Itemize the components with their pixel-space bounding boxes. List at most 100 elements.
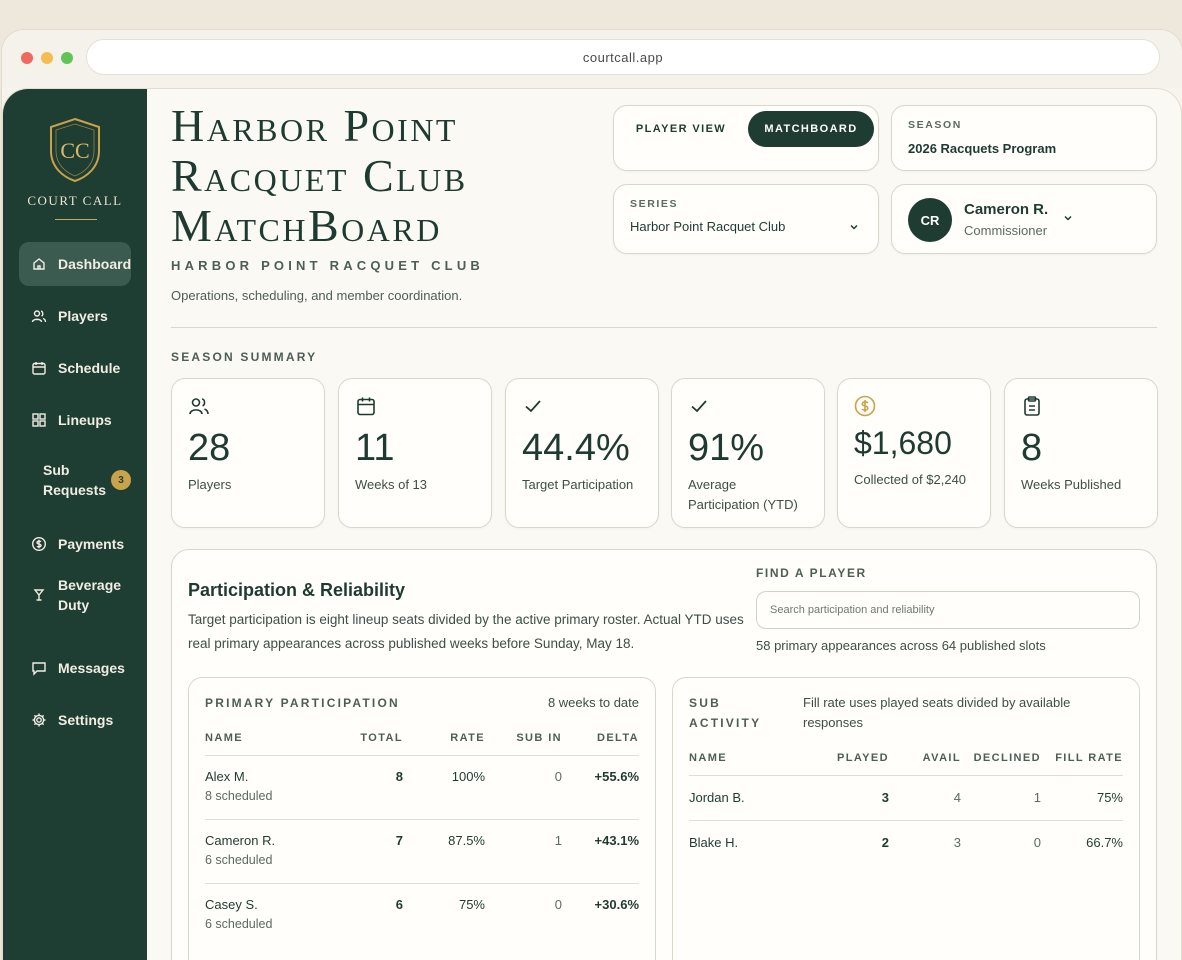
column-header[interactable]: RATE (450, 732, 485, 744)
stat-value: 28 (188, 427, 231, 469)
nav-label: Players (58, 308, 108, 324)
find-player-label: FIND A PLAYER (756, 566, 867, 580)
chevron-down-icon (850, 224, 858, 230)
rate-cell: 87.5% (448, 833, 485, 848)
stat-label: Collected of $2,240 (854, 472, 967, 487)
sidebar: CC COURT CALL Dashboard Players Schedule… (3, 89, 147, 960)
dollar-circle-icon (31, 536, 47, 552)
player-name[interactable]: Casey S. (205, 897, 258, 912)
address-bar[interactable]: courtcall.app (86, 39, 1160, 75)
declined-cell: 1 (1033, 790, 1041, 805)
maximize-window-button[interactable] (61, 52, 73, 64)
main-content: Harbor Point Racquet Club MatchBoard HAR… (147, 89, 1181, 960)
message-icon (32, 662, 46, 676)
column-header[interactable]: AVAIL (923, 752, 961, 764)
delta-cell: +55.6% (594, 769, 639, 784)
nav-settings[interactable]: Settings (19, 698, 131, 742)
dollar-circle-icon (854, 395, 876, 417)
matchboard-tab[interactable]: MATCHBOARD (748, 111, 874, 147)
clipboard-icon (1024, 396, 1040, 416)
player-name[interactable]: Jordan B. (689, 790, 745, 805)
page-title: Harbor Point Racquet Club MatchBoard (171, 100, 468, 251)
total-cell: 6 (395, 897, 403, 912)
minimize-window-button[interactable] (41, 52, 53, 64)
column-header[interactable]: NAME (205, 732, 243, 744)
nav-label: Settings (58, 712, 114, 728)
player-name[interactable]: Alex M. (205, 769, 248, 784)
played-cell: 3 (881, 790, 889, 805)
users-icon (31, 310, 47, 323)
primary-participation-title: PRIMARY PARTICIPATION (205, 696, 400, 710)
column-header[interactable]: DECLINED (974, 752, 1041, 764)
close-window-button[interactable] (21, 52, 33, 64)
nav-lineups[interactable]: Lineups (19, 398, 131, 442)
nav-messages[interactable]: Messages (19, 646, 131, 690)
nav-label: Dashboard (58, 256, 132, 272)
home-icon (33, 258, 45, 270)
fill-rate-cell: 75% (1096, 790, 1123, 805)
glass-icon (33, 589, 45, 601)
fill-rate-cell: 66.7% (1086, 835, 1123, 850)
court-call-logo: CC (50, 117, 100, 183)
user-menu[interactable]: CR Cameron R. Commissioner (891, 184, 1157, 254)
season-selector[interactable]: SEASON 2026 Racquets Program (891, 105, 1157, 171)
nav-label: Messages (58, 660, 125, 676)
user-role: Commissioner (964, 223, 1048, 238)
nav-label: Sub Requests (43, 462, 107, 498)
browser-window: courtcall.app CC COURT CALL Dashboard Pl… (2, 30, 1182, 960)
chevron-down-icon (1064, 215, 1072, 221)
avail-cell: 3 (953, 835, 961, 850)
player-search-input[interactable] (756, 591, 1140, 629)
nav-beverage-duty[interactable]: Beverage Duty (19, 565, 131, 625)
column-header[interactable]: NAME (689, 752, 727, 764)
sub-in-cell: 1 (554, 833, 562, 848)
sub-activity-title: SUB ACTIVITY (689, 696, 762, 730)
stat-value: 91% (688, 427, 765, 469)
nav-dashboard[interactable]: Dashboard (19, 242, 131, 286)
primary-participation-table: PRIMARY PARTICIPATION 8 weeks to date NA… (188, 677, 656, 960)
season-value: 2026 Racquets Program (908, 141, 1057, 156)
played-cell: 2 (881, 835, 889, 850)
delta-cell: +43.1% (594, 833, 639, 848)
nav-payments[interactable]: Payments (19, 522, 131, 566)
row-divider (205, 883, 639, 884)
org-name: HARBOR POINT RACQUET CLUB (171, 258, 484, 273)
column-header[interactable]: SUB IN (516, 732, 562, 744)
brand-divider (55, 219, 97, 220)
column-header[interactable]: PLAYED (837, 752, 889, 764)
scheduled-count: 6 scheduled (205, 853, 273, 867)
stat-card-players: 28 Players (171, 378, 325, 528)
row-divider (689, 820, 1123, 821)
total-cell: 7 (395, 833, 403, 848)
column-header[interactable]: DELTA (597, 732, 639, 744)
player-name[interactable]: Blake H. (689, 835, 738, 850)
rate-cell: 75% (458, 897, 485, 912)
scheduled-count: 8 scheduled (205, 789, 273, 803)
sub-requests-count-badge: 3 (111, 470, 131, 490)
check-icon (691, 400, 707, 413)
column-header[interactable]: TOTAL (360, 732, 403, 744)
stat-value: 11 (355, 427, 395, 469)
stat-card-average-participation: 91% Average Participation (YTD) (671, 378, 825, 528)
avatar: CR (908, 198, 952, 242)
stat-card-collected: $1,680 Collected of $2,240 (837, 378, 991, 528)
stat-card-weeks-published: 8 Weeks Published (1004, 378, 1158, 528)
player-name[interactable]: Cameron R. (205, 833, 275, 848)
delta-cell: +30.6% (594, 897, 639, 912)
nav-players[interactable]: Players (19, 294, 131, 338)
stat-label: Target Participation (522, 477, 634, 492)
nav-sub-requests[interactable]: Sub Requests 3 (19, 450, 131, 510)
stat-value: $1,680 (854, 425, 952, 461)
avail-cell: 4 (953, 790, 961, 805)
grid-icon (32, 413, 46, 427)
users-icon (189, 398, 209, 415)
nav-schedule[interactable]: Schedule (19, 346, 131, 390)
browser-titlebar: courtcall.app (2, 30, 1182, 88)
row-divider (689, 775, 1123, 776)
player-view-tab[interactable]: PLAYER VIEW (620, 111, 742, 147)
series-select[interactable]: SERIES Harbor Point Racquet Club (613, 184, 879, 254)
column-header[interactable]: FILL RATE (1055, 752, 1123, 764)
declined-cell: 0 (1033, 835, 1041, 850)
season-label: SEASON (908, 119, 962, 131)
sub-activity-table: SUB ACTIVITY Fill rate uses played seats… (672, 677, 1140, 960)
